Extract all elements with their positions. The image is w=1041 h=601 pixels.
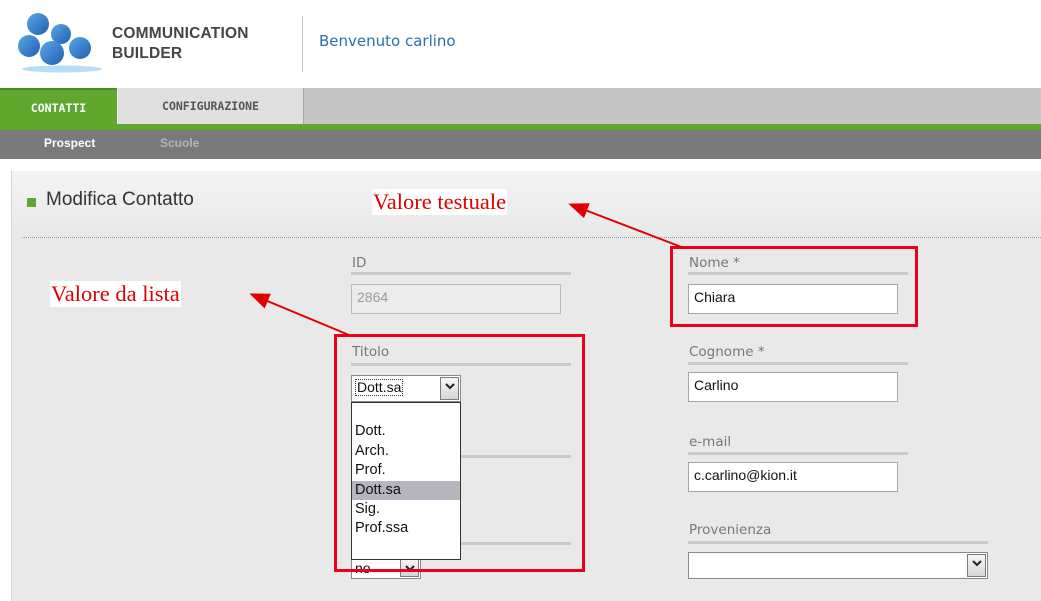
welcome-message: Benvenuto carlino — [319, 32, 456, 50]
cognome-label-underline — [688, 362, 908, 365]
id-label-underline — [351, 272, 571, 275]
subnav-scuole[interactable]: Scuole — [160, 130, 199, 159]
tab-configurazione[interactable]: CONFIGURAZIONE — [117, 88, 304, 124]
subnav-prospect[interactable]: Prospect — [44, 130, 95, 159]
email-label: e-mail — [689, 434, 732, 450]
annotation-list-value: Valore da lista — [50, 281, 181, 307]
id-field: 2864 — [351, 284, 561, 314]
id-label: ID — [352, 255, 367, 271]
brand-line-1: COMMUNICATION — [112, 25, 249, 42]
main-nav: CONTATTI CONFIGURAZIONE — [0, 88, 1041, 126]
logo-icon — [18, 13, 102, 73]
section-divider — [22, 237, 1041, 238]
app-header: COMMUNICATION BUILDER Benvenuto carlino — [0, 0, 1041, 88]
chevron-down-icon — [972, 560, 982, 567]
cognome-input[interactable]: Carlino — [688, 372, 898, 402]
tab-contatti[interactable]: CONTATTI — [0, 88, 117, 126]
provenienza-label: Provenienza — [689, 522, 772, 538]
annotation-text-value: Valore testuale — [372, 189, 508, 215]
annotation-box-text — [670, 246, 918, 327]
annotation-box-list — [334, 334, 585, 572]
provenienza-dropdown-button[interactable] — [967, 554, 986, 577]
header-divider — [302, 16, 303, 72]
email-input[interactable]: c.carlino@kion.it — [688, 462, 898, 492]
sub-nav: Prospect Scuole — [0, 130, 1041, 159]
provenienza-label-underline — [688, 541, 988, 544]
provenienza-select[interactable] — [688, 552, 988, 579]
brand-line-2: BUILDER — [112, 45, 183, 62]
brand-name: COMMUNICATION BUILDER — [112, 24, 249, 64]
email-label-underline — [688, 452, 908, 455]
cognome-label: Cognome * — [689, 344, 765, 360]
section-bullet-icon — [27, 198, 36, 207]
page-title: Modifica Contatto — [46, 189, 194, 210]
spacer — [0, 159, 1041, 171]
